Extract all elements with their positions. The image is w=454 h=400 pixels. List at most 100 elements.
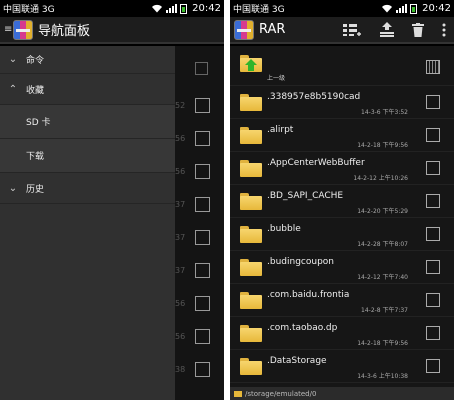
drawer-item-commands[interactable]: ⌄ 命令 (0, 46, 175, 74)
delete-icon[interactable] (412, 22, 424, 37)
status-time: 20:42 (192, 3, 221, 14)
wifi-icon (382, 4, 393, 13)
rar-logo-icon[interactable] (234, 19, 254, 40)
folder-icon (240, 126, 262, 144)
folder-icon (240, 357, 262, 375)
checkbox (195, 230, 210, 245)
folder-icon (240, 93, 262, 111)
list-item[interactable]: .alirpt 14-2-18 下午9:56 (230, 119, 454, 152)
bg-row: 56 (175, 157, 224, 190)
drawer-item-label: SD 卡 (26, 118, 51, 128)
checkbox[interactable] (426, 293, 440, 307)
overflow-menu-icon[interactable] (442, 23, 446, 37)
checkbox[interactable] (426, 95, 440, 109)
drawer-indicator-icon[interactable]: ≡ (4, 24, 12, 35)
bg-row: 37 (175, 190, 224, 223)
drawer-item-favorites[interactable]: ⌃ 收藏 (0, 74, 175, 105)
grid-view-icon[interactable] (426, 60, 440, 74)
chevron-down-icon: ⌄ (8, 54, 18, 65)
list-item[interactable]: .338957e8b5190cad 14-3-6 下午3:52 (230, 86, 454, 119)
file-date: 14-2-18 下午9:56 (357, 142, 408, 149)
status-bar: 中国联通 3G 20:42 (230, 0, 454, 17)
left-screen: 中国联通 3G 20:42 ≡ 导航面板 52 56 56 37 37 37 5… (0, 0, 224, 400)
rar-logo-icon[interactable] (13, 19, 33, 40)
folder-icon (240, 324, 262, 342)
file-name: .budingcoupon (267, 257, 334, 267)
file-list: 上一级 .338957e8b5190cad 14-3-6 下午3:52 .ali… (230, 46, 454, 387)
bg-row: 37 (175, 256, 224, 289)
carrier-label: 中国联通 3G (233, 5, 285, 15)
file-date: 14-2-18 下午9:56 (357, 340, 408, 347)
file-name: .com.taobao.dp (267, 323, 338, 333)
file-date: 14-2-20 下午5:29 (357, 208, 408, 215)
checkbox[interactable] (426, 227, 440, 241)
checkbox[interactable] (426, 359, 440, 373)
carrier-label: 中国联通 3G (3, 5, 55, 15)
file-name: .338957e8b5190cad (267, 92, 361, 102)
add-archive-icon[interactable] (342, 23, 362, 37)
parent-folder-label: 上一级 (267, 75, 286, 82)
chevron-down-icon: ⌄ (8, 182, 18, 194)
app-bar: RAR (230, 17, 454, 44)
checkbox (195, 164, 210, 179)
wifi-icon (152, 4, 163, 13)
extract-icon[interactable] (380, 22, 394, 37)
path-bar: /storage/emulated/0 (230, 387, 454, 400)
folder-icon (240, 225, 262, 243)
list-item[interactable]: .DataStorage 14-3-6 上午10:38 (230, 350, 454, 383)
app-bar: ≡ 导航面板 (0, 17, 224, 44)
checkbox (195, 197, 210, 212)
battery-icon (180, 3, 188, 14)
battery-icon (410, 3, 418, 14)
file-date: 14-2-8 下午7:37 (361, 307, 408, 314)
status-bar: 中国联通 3G 20:42 (0, 0, 224, 17)
drawer-item-sd-card[interactable]: SD 卡 (0, 105, 175, 139)
drawer-item-label: 历史 (26, 184, 45, 195)
folder-icon (234, 390, 242, 397)
bg-row: 37 (175, 223, 224, 256)
list-item[interactable]: .com.baidu.frontia 14-2-8 下午7:37 (230, 284, 454, 317)
file-name: .com.baidu.frontia (267, 290, 350, 300)
list-item[interactable]: .AppCenterWebBuffer 14-2-12 上午10:26 (230, 152, 454, 185)
drawer-item-label: 下载 (26, 152, 45, 162)
chevron-up-icon: ⌃ (8, 83, 18, 95)
checkbox[interactable] (426, 260, 440, 274)
signal-icon (166, 4, 178, 13)
checkbox[interactable] (426, 194, 440, 208)
current-path: /storage/emulated/0 (245, 389, 317, 398)
navigation-drawer: ⌄ 命令 ⌃ 收藏 SD 卡 下载 ⌄ 历史 (0, 46, 175, 400)
file-date: 14-2-12 上午10:26 (353, 175, 408, 182)
checkbox (195, 362, 210, 377)
file-name: .DataStorage (267, 356, 327, 366)
drawer-title: 导航面板 (38, 24, 91, 39)
folder-icon (240, 159, 262, 177)
list-item[interactable]: .budingcoupon 14-2-12 下午7:40 (230, 251, 454, 284)
folder-icon (240, 192, 262, 210)
checkbox (195, 296, 210, 311)
drawer-item-history[interactable]: ⌄ 历史 (0, 173, 175, 204)
drawer-item-downloads[interactable]: 下载 (0, 139, 175, 173)
grid-view-icon (195, 62, 208, 75)
parent-folder-row[interactable]: 上一级 (230, 46, 454, 86)
list-item[interactable]: .com.taobao.dp 14-2-18 下午9:56 (230, 317, 454, 350)
background-file-list: 52 56 56 37 37 37 56 56 38 (175, 46, 224, 400)
file-name: .bubble (267, 224, 301, 234)
signal-icon (396, 4, 408, 13)
file-name: .AppCenterWebBuffer (267, 158, 365, 168)
bg-row: 56 (175, 289, 224, 322)
file-date: 14-3-6 下午3:52 (361, 109, 408, 116)
checkbox (195, 263, 210, 278)
drawer-item-label: 收藏 (26, 85, 45, 96)
folder-icon (240, 291, 262, 309)
checkbox[interactable] (426, 161, 440, 175)
checkbox[interactable] (426, 128, 440, 142)
status-time: 20:42 (422, 3, 451, 14)
list-item[interactable]: .BD_SAPI_CACHE 14-2-20 下午5:29 (230, 185, 454, 218)
bg-row: 56 (175, 124, 224, 157)
list-item[interactable]: .bubble 14-2-28 下午8:07 (230, 218, 454, 251)
checkbox (195, 329, 210, 344)
file-date: 14-2-12 下午7:40 (357, 274, 408, 281)
checkbox[interactable] (426, 326, 440, 340)
file-date: 14-3-6 上午10:38 (357, 373, 408, 380)
bg-row: 52 (175, 91, 224, 124)
